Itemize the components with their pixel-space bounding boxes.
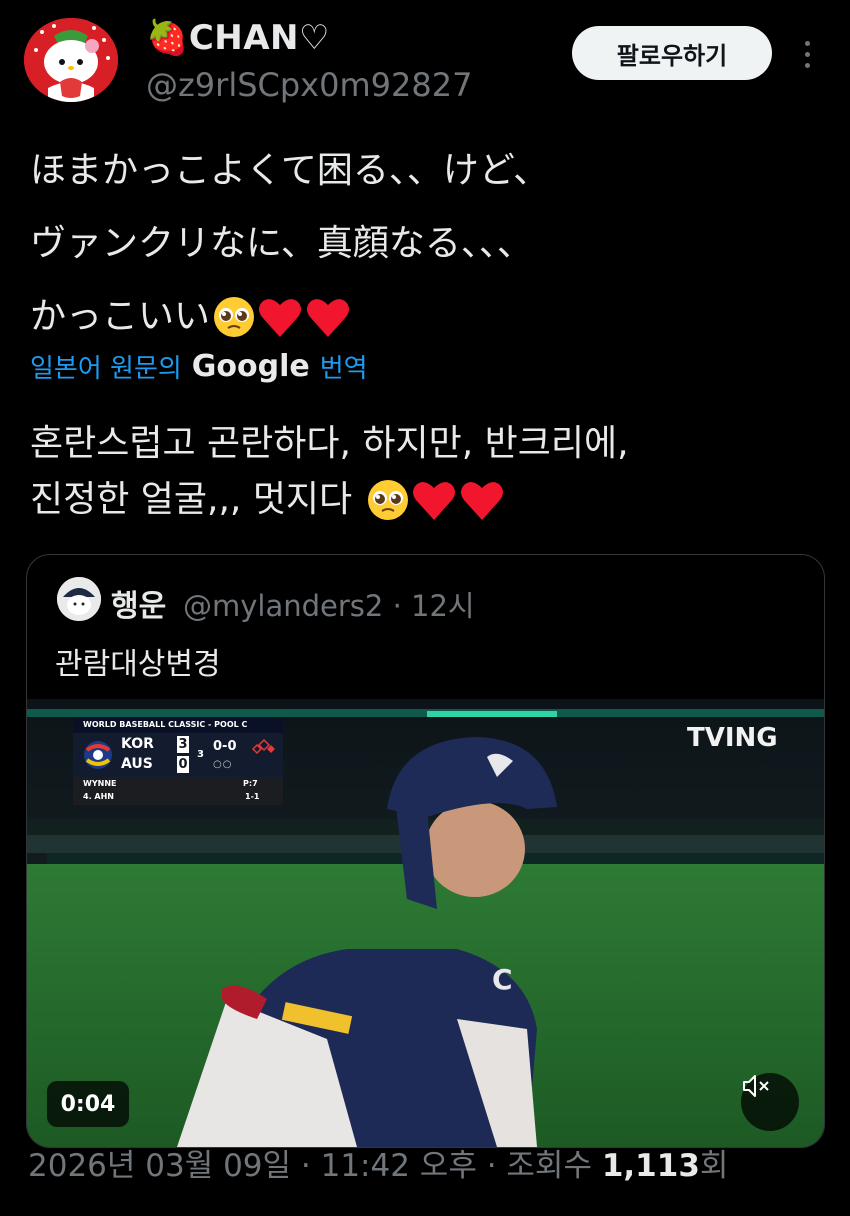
- scorebug-title: WORLD BASEBALL CLASSIC - POOL C: [73, 717, 283, 733]
- scorebug-footer: WYNNE P:7 4. AHN 1-1: [73, 777, 283, 805]
- quoted-author-meta[interactable]: @mylanders2 · 12시: [183, 583, 475, 625]
- dot: [804, 51, 810, 57]
- more-vertical-icon[interactable]: [790, 34, 824, 74]
- inning: 3: [197, 749, 204, 760]
- tweet-line-text: かっこいい: [30, 296, 211, 337]
- translated-text: 혼란스럽고 곤란하다, 하지만, 반크리에, 진정한 얼굴,,, 멋지다: [30, 416, 820, 528]
- quoted-tweet-text: 관람대상변경: [55, 647, 221, 682]
- scorebug: WORLD BASEBALL CLASSIC - POOL C KOR 3 AU…: [73, 717, 283, 805]
- tweet-timestamp-views: 2026년 03월 09일 · 11:42 오후 · 조회수 1,113회: [28, 1140, 728, 1185]
- author-display-name[interactable]: 🍓CHAN♡: [146, 18, 330, 58]
- translated-line-text: 진정한 얼굴,,, 멋지다: [30, 479, 364, 520]
- tweet-line: ほまかっこよくて困る、、けど、: [30, 150, 550, 191]
- tving-watermark: TVING: [687, 723, 778, 753]
- cartoon-avatar-icon: [57, 577, 101, 621]
- translated-line: 진정한 얼굴,,, 멋지다: [30, 472, 820, 528]
- translation-link-prefix: 일본어 원문의: [30, 354, 182, 384]
- wbc-logo-icon: [84, 741, 112, 769]
- dot: [804, 40, 810, 46]
- views-suffix: 회: [699, 1148, 729, 1184]
- outs-indicator: ○○: [213, 759, 233, 770]
- translated-line: 혼란스럽고 곤란하다, 하지만, 반크리에,: [30, 423, 629, 464]
- tweet-line: かっこいい: [30, 280, 820, 353]
- speaker-mute-icon: [743, 1075, 769, 1097]
- quoted-author-avatar[interactable]: [57, 577, 101, 621]
- timestamp-text[interactable]: 2026년 03월 09일 · 11:42 오후 · 조회수: [28, 1148, 602, 1184]
- svg-text:C: C: [492, 963, 513, 996]
- pleading-face-emoji: [214, 296, 255, 337]
- author-handle[interactable]: @z9rlSCpx0m92827: [146, 66, 472, 104]
- bases-icon: [251, 739, 275, 755]
- author-avatar[interactable]: [24, 18, 118, 102]
- tweet-text: ほまかっこよくて困る、、けど、 ヴァンクリなに、真顔なる、、、 かっこいい: [30, 134, 820, 353]
- video-duration: 0:04: [47, 1081, 129, 1127]
- translation-link[interactable]: 일본어 원문의 Google 번역: [30, 348, 368, 385]
- batter-line: 1-1: [245, 792, 260, 801]
- red-heart-emoji: [307, 298, 350, 337]
- red-heart-emoji: [259, 298, 302, 337]
- google-logo: Google: [191, 349, 310, 384]
- tweet-line: ヴァンクリなに、真顔なる、、、: [30, 223, 533, 264]
- translation-link-suffix: 번역: [319, 354, 368, 384]
- quoted-author-name[interactable]: 행운: [111, 581, 166, 625]
- views-count[interactable]: 1,113: [602, 1148, 700, 1184]
- red-heart-emoji: [412, 482, 455, 520]
- pleading-face-emoji: [367, 480, 408, 520]
- team1-name: KOR: [121, 736, 154, 752]
- pitcher-name: WYNNE: [83, 779, 117, 788]
- dot: [804, 62, 810, 68]
- team2-score: 0: [177, 756, 189, 773]
- follow-button[interactable]: 팔로우하기: [572, 26, 772, 80]
- batter-name: 4. AHN: [83, 792, 114, 801]
- team2-name: AUS: [121, 756, 153, 772]
- quoted-tweet[interactable]: 행운 @mylanders2 · 12시 관람대상변경 C WORLD BASE…: [26, 554, 825, 1148]
- hello-kitty-strawberry-icon: [24, 18, 118, 102]
- volume-muted-icon[interactable]: [741, 1073, 799, 1131]
- video-player[interactable]: C WORLD BASEBALL CLASSIC - POOL C KOR 3 …: [27, 699, 824, 1147]
- scorebug-body: KOR 3 AUS 0 3 0-0 ○○: [73, 733, 283, 777]
- pitcher-count: P:7: [243, 779, 258, 788]
- pitch-count-balls-strikes: 0-0: [213, 739, 237, 754]
- team1-score: 3: [177, 736, 189, 753]
- red-heart-emoji: [460, 482, 503, 520]
